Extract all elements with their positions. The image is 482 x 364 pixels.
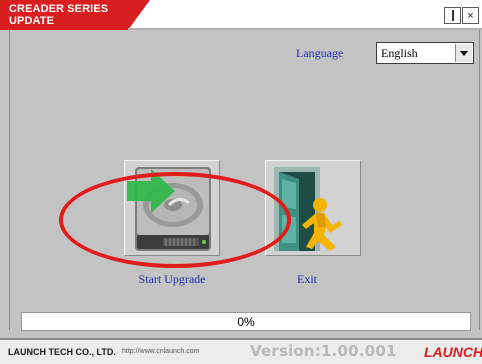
minimize-icon	[451, 10, 454, 21]
footer: LAUNCH TECH CO., LTD. http://www.cnlaunc…	[0, 338, 482, 364]
exit-label: Exit	[297, 272, 317, 286]
version-text: Version:1.00.001	[250, 342, 397, 360]
app-window: CREADER SERIES UPDATE × Language English	[0, 0, 482, 364]
start-upgrade-label: Start Upgrade	[138, 272, 206, 286]
minimize-button[interactable]	[444, 7, 461, 24]
language-select[interactable]: English	[376, 42, 474, 64]
language-selected-value: English	[381, 46, 418, 60]
main-panel	[9, 30, 480, 330]
progress-text: 0%	[237, 315, 255, 329]
website-link[interactable]: http://www.cnlaunch.com	[122, 348, 199, 355]
start-upgrade-button[interactable]	[124, 160, 220, 256]
company-name: LAUNCH TECH CO., LTD.	[8, 347, 116, 357]
chevron-down-icon[interactable]	[455, 44, 472, 62]
language-label: Language	[296, 46, 344, 60]
title-tab: CREADER SERIES UPDATE	[0, 0, 150, 30]
exit-door-icon	[274, 167, 342, 251]
hard-drive-download-icon	[127, 167, 211, 251]
title-bar: CREADER SERIES UPDATE ×	[0, 0, 482, 30]
window-title: CREADER SERIES UPDATE	[9, 3, 109, 27]
close-icon: ×	[467, 9, 474, 22]
brand-logo: LAUNCH	[424, 344, 482, 360]
close-button[interactable]: ×	[462, 7, 479, 24]
exit-button[interactable]	[265, 160, 361, 256]
footer-divider	[0, 338, 482, 340]
progress-bar: 0%	[21, 312, 471, 331]
